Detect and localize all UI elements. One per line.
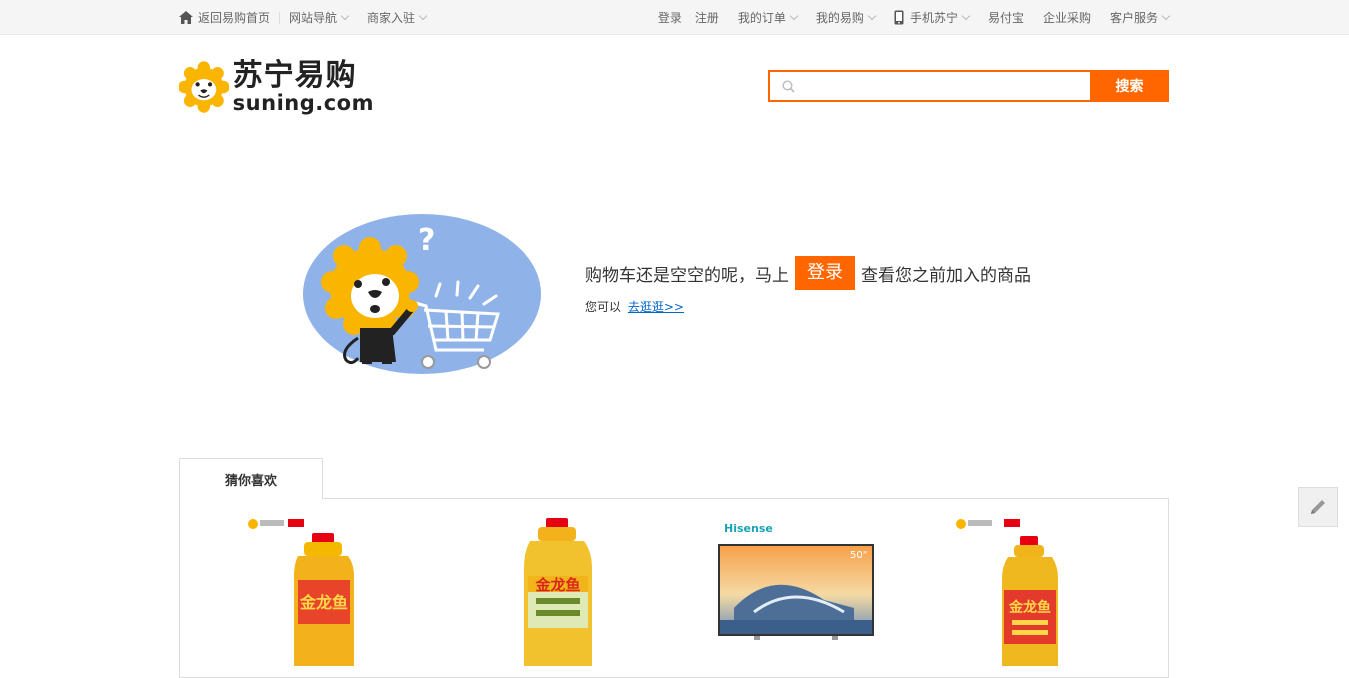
register-link[interactable]: 注册 xyxy=(695,9,719,26)
product-card[interactable]: Hisense 50" xyxy=(714,516,874,666)
my-orders-label: 我的订单 xyxy=(737,11,786,25)
empty-text-before: 购物车还是空空的呢，马上 xyxy=(585,265,789,286)
product-card[interactable]: 金龙鱼 xyxy=(244,516,404,666)
search-button[interactable]: 搜索 xyxy=(1090,70,1169,102)
site-logo[interactable]: 苏宁易购 suning.com xyxy=(179,56,374,118)
service-label: 客户服务 xyxy=(1109,11,1158,25)
login-link[interactable]: 登录 xyxy=(658,9,682,26)
product-image: 金龙鱼 xyxy=(524,518,592,666)
chevron-down-icon xyxy=(789,11,799,20)
mobile-suning-menu[interactable]: 手机苏宁 xyxy=(894,9,971,26)
go-shopping-link[interactable]: 去逛逛>> xyxy=(628,300,684,314)
product-image: 金龙鱼 xyxy=(248,519,354,666)
login-link-label: 登录 xyxy=(657,11,682,25)
chevron-down-icon xyxy=(961,11,971,20)
empty-text-after: 查看您之前加入的商品 xyxy=(861,265,1031,286)
site-nav-menu[interactable]: 网站导航 xyxy=(289,9,350,26)
home-link[interactable]: 返回易购首页 xyxy=(179,9,270,26)
search-input[interactable] xyxy=(801,73,1090,99)
phone-icon xyxy=(894,10,904,25)
logo-en-text: suning.com xyxy=(232,90,374,115)
product-card[interactable]: 金龙鱼 xyxy=(952,516,1112,666)
product-brand: 金龙鱼 xyxy=(299,593,348,612)
search-box xyxy=(768,70,1090,102)
merchant-label: 商家入驻 xyxy=(367,11,416,25)
chevron-down-icon xyxy=(418,11,428,20)
product-card[interactable]: 金龙鱼 xyxy=(478,516,638,666)
product-image: 金龙鱼 xyxy=(956,519,1058,666)
yifubao-link[interactable]: 易付宝 xyxy=(988,9,1024,26)
enterprise-link[interactable]: 企业采购 xyxy=(1043,9,1091,26)
feedback-button[interactable] xyxy=(1298,487,1338,527)
chevron-down-icon xyxy=(867,11,877,20)
top-bar: 返回易购首页 网站导航 商家入驻 登录 注册 我的订单 我的易购 手机苏宁 易付… xyxy=(0,0,1349,35)
service-menu[interactable]: 客户服务 xyxy=(1109,9,1171,26)
enterprise-label: 企业采购 xyxy=(1042,11,1091,25)
empty-cart-illustration: ? xyxy=(303,214,541,374)
divider xyxy=(279,11,281,24)
search-icon xyxy=(782,79,795,93)
empty-cart-message: 购物车还是空空的呢，马上 登录 查看您之前加入的商品 您可以 去逛逛>> xyxy=(585,256,1031,315)
lion-mascot-icon xyxy=(179,61,229,113)
register-link-label: 注册 xyxy=(694,11,719,25)
home-link-label: 返回易购首页 xyxy=(198,11,271,25)
cart-login-button[interactable]: 登录 xyxy=(795,256,855,290)
home-icon xyxy=(179,11,193,24)
yifubao-label: 易付宝 xyxy=(987,11,1024,25)
product-brand: 金龙鱼 xyxy=(1008,599,1051,616)
my-yigou-label: 我的易购 xyxy=(815,11,864,25)
tab-guess-you-like[interactable]: 猜你喜欢 xyxy=(179,458,323,499)
product-image: Hisense 50" xyxy=(718,522,874,640)
product-brand: 金龙鱼 xyxy=(534,576,580,594)
svg-text:?: ? xyxy=(418,223,435,258)
chevron-down-icon xyxy=(1161,11,1171,20)
search-bar: 搜索 xyxy=(768,70,1169,102)
logo-cn-text: 苏宁易购 xyxy=(232,57,357,93)
mobile-suning-label: 手机苏宁 xyxy=(909,11,958,25)
empty-sub-prefix: 您可以 xyxy=(585,300,622,314)
pencil-icon xyxy=(1311,500,1325,514)
product-badge: 50" xyxy=(850,550,867,561)
product-brand: Hisense xyxy=(724,522,773,535)
my-orders-menu[interactable]: 我的订单 xyxy=(737,9,799,26)
site-nav-label: 网站导航 xyxy=(289,11,338,25)
merchant-menu[interactable]: 商家入驻 xyxy=(367,9,428,26)
chevron-down-icon xyxy=(340,11,350,20)
my-yigou-menu[interactable]: 我的易购 xyxy=(815,9,877,26)
